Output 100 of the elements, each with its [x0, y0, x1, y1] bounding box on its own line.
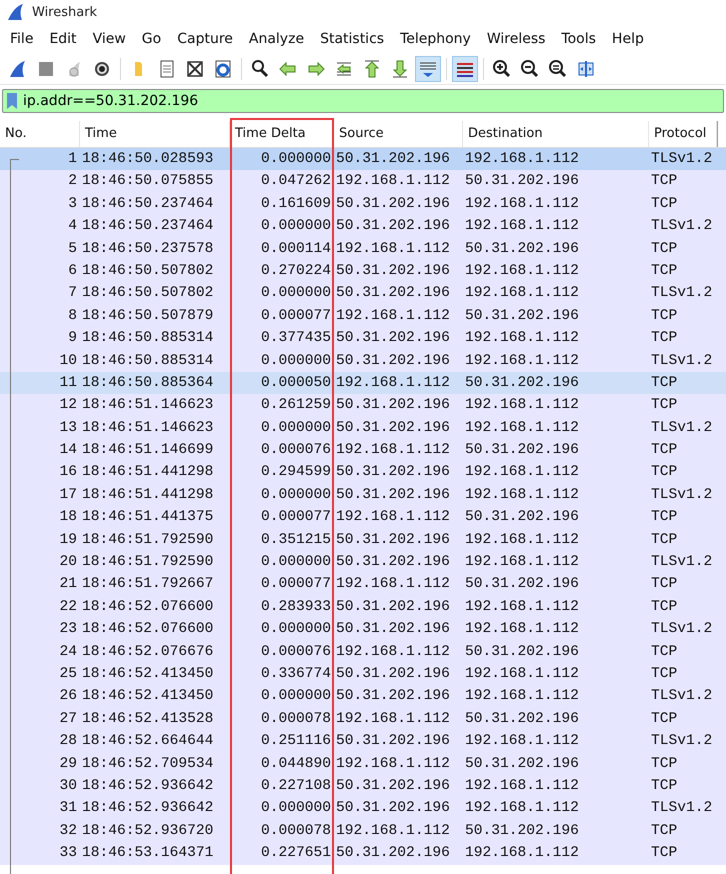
packet-row[interactable]: 21 18:46:51.792667 0.000077 192.168.1.112 50.31.202.196 TCP: [0, 573, 726, 596]
packet-row[interactable]: 26 18:46:52.413450 0.000000 50.31.202.196 192.168.1.112 TLSv1.2: [0, 685, 726, 708]
table-cell-text: 0.251116: [260, 732, 332, 752]
table-cell-text: 18:46:52.413450: [81, 664, 214, 684]
packet-row[interactable]: 17 18:46:51.441298 0.000000 50.31.202.196 192.168.1.112 TLSv1.2: [0, 484, 726, 506]
table-cell-text: 0.270224: [260, 262, 332, 281]
packet-row[interactable]: 24 18:46:52.076676 0.000076 192.168.1.112 50.31.202.196 TCP: [0, 640, 726, 663]
table-cell-text: TLSv1.2: [650, 150, 714, 169]
menu-item[interactable]: Tools: [553, 27, 604, 51]
packet-row[interactable]: 28 18:46:52.664644 0.251116 50.31.202.196 192.168.1.112 TLSv1.2: [0, 730, 726, 753]
packet-row[interactable]: 13 18:46:51.146623 0.000000 50.31.202.196 192.168.1.112 TLSv1.2: [0, 416, 726, 440]
menu-item[interactable]: Telephony: [392, 27, 479, 51]
menu-item[interactable]: Analyze: [240, 27, 312, 51]
table-cell-text: 18:46:51.441298: [81, 486, 214, 505]
packet-row[interactable]: 8 18:46:50.507879 0.000077 192.168.1.112 50.31.202.196 TCP: [0, 304, 726, 328]
table-cell-text: 0.000000: [260, 486, 332, 505]
toolbar-button[interactable]: [415, 56, 441, 82]
table-cell-text: 50.31.202.196: [335, 844, 451, 864]
table-cell-text: 18: [58, 508, 78, 528]
packet-row[interactable]: 23 18:46:52.076600 0.000000 50.31.202.196 192.168.1.112 TLSv1.2: [0, 618, 726, 641]
menu-item[interactable]: Capture: [169, 27, 241, 51]
table-cell-text: 50.31.202.196: [335, 150, 451, 169]
table-cell-text: 0.000000: [260, 620, 332, 640]
table-cell-text: TCP: [650, 172, 678, 192]
display-filter-field[interactable]: ip.addr==50.31.202.196: [2, 89, 724, 113]
column-header[interactable]: Protocol: [649, 121, 717, 147]
packet-row[interactable]: 22 18:46:52.076600 0.283933 50.31.202.196 192.168.1.112 TCP: [0, 596, 726, 618]
packet-row[interactable]: 9 18:46:50.885314 0.377435 50.31.202.196 192.168.1.112 TCP: [0, 327, 726, 350]
bookmark-icon[interactable]: [5, 92, 19, 110]
table-cell-text: 4: [67, 217, 78, 236]
packet-row[interactable]: 1 18:46:50.028593 0.000000 50.31.202.196 192.168.1.112 TLSv1.2: [0, 148, 726, 170]
table-cell-text: 50.31.202.196: [335, 463, 451, 482]
table-cell-text: 0.336774: [260, 664, 332, 684]
table-cell-text: 2: [67, 172, 78, 192]
menu-item[interactable]: Edit: [41, 27, 85, 51]
table-cell-text: TLSv1.2: [650, 486, 714, 505]
table-cell-text: 192.168.1.112: [464, 262, 580, 281]
packet-row[interactable]: 18 18:46:51.441375 0.000077 192.168.1.112 50.31.202.196 TCP: [0, 506, 726, 529]
table-cell-text: 50.31.202.196: [335, 664, 451, 684]
table-cell-text: TCP: [650, 822, 678, 841]
packet-row[interactable]: 30 18:46:52.936642 0.227108 50.31.202.196 192.168.1.112 TCP: [0, 774, 726, 798]
column-header[interactable]: Time: [80, 121, 230, 147]
menu-item[interactable]: Wireless: [478, 27, 554, 51]
packet-row[interactable]: 20 18:46:51.792590 0.000000 50.31.202.196 192.168.1.112 TLSv1.2: [0, 551, 726, 574]
packet-row[interactable]: 2 18:46:50.075855 0.047262 192.168.1.112 50.31.202.196 TCP: [0, 170, 726, 193]
packet-row[interactable]: 32 18:46:52.936720 0.000078 192.168.1.112 50.31.202.196 TCP: [0, 820, 726, 842]
table-cell-text: TCP: [650, 530, 678, 550]
table-cell-text: 20: [58, 553, 78, 572]
filter-input[interactable]: ip.addr==50.31.202.196: [23, 93, 723, 109]
packet-row[interactable]: 11 18:46:50.885364 0.000050 192.168.1.112 50.31.202.196 TCP: [0, 372, 726, 394]
table-cell-text: 11: [58, 374, 78, 393]
table-cell-text: 18:46:52.413450: [81, 687, 214, 706]
shark-fin-icon: [6, 2, 26, 22]
toolbar-button[interactable]: [452, 56, 478, 82]
packet-row[interactable]: 4 18:46:50.237464 0.000000 50.31.202.196 192.168.1.112 TLSv1.2: [0, 215, 726, 238]
packet-row[interactable]: 12 18:46:51.146623 0.261259 50.31.202.196 192.168.1.112 TCP: [0, 394, 726, 417]
resize-columns-icon: [576, 59, 596, 79]
table-cell-text: 192.168.1.112: [464, 396, 580, 416]
table-cell-text: 50.31.202.196: [335, 217, 451, 236]
packet-row[interactable]: 14 18:46:51.146699 0.000076 192.168.1.112 50.31.202.196 TCP: [0, 439, 726, 462]
packet-row[interactable]: 10 18:46:50.885314 0.000000 50.31.202.196 192.168.1.112 TLSv1.2: [0, 350, 726, 372]
packet-row[interactable]: 31 18:46:52.936642 0.000000 50.31.202.196 192.168.1.112 TLSv1.2: [0, 797, 726, 820]
column-header[interactable]: Source: [334, 121, 463, 147]
menu-item[interactable]: Go: [134, 27, 170, 51]
packet-row[interactable]: 29 18:46:52.709534 0.044890 192.168.1.112 50.31.202.196 TCP: [0, 752, 726, 775]
menu-item[interactable]: Help: [604, 27, 652, 51]
table-cell-text: 50.31.202.196: [464, 306, 580, 326]
packet-row[interactable]: 6 18:46:50.507802 0.270224 50.31.202.196 192.168.1.112 TCP: [0, 260, 726, 282]
zoom-in-icon: [492, 59, 512, 79]
table-cell-text: 18:46:51.146623: [81, 396, 214, 416]
table-cell-text: 0.294599: [260, 463, 332, 482]
column-header[interactable]: Time Delta: [230, 121, 334, 147]
menu-item[interactable]: File: [2, 27, 42, 51]
table-cell-text: 0.261259: [260, 396, 332, 416]
table-cell-text: 0.000000: [260, 217, 332, 236]
packet-row[interactable]: 33 18:46:53.164371 0.227651 50.31.202.196 192.168.1.112 TCP: [0, 842, 726, 864]
column-header[interactable]: Destination: [463, 121, 649, 147]
packet-row[interactable]: 7 18:46:50.507802 0.000000 50.31.202.196 192.168.1.112 TLSv1.2: [0, 282, 726, 305]
table-cell-text: 18:46:50.885314: [81, 329, 214, 348]
table-cell-text: 0.000078: [260, 710, 332, 729]
menu-item[interactable]: Statistics: [312, 27, 392, 51]
packet-row[interactable]: 19 18:46:51.792590 0.351215 50.31.202.196 192.168.1.112 TCP: [0, 528, 726, 552]
table-cell-text: TCP: [650, 374, 678, 393]
table-cell-text: 16: [58, 463, 78, 482]
packet-row[interactable]: 5 18:46:50.237578 0.000114 192.168.1.112 50.31.202.196 TCP: [0, 238, 726, 260]
reload-icon: [213, 59, 233, 79]
table-cell-text: 0.047262: [260, 172, 332, 192]
packet-row[interactable]: 16 18:46:51.441298 0.294599 50.31.202.196 192.168.1.112 TCP: [0, 461, 726, 484]
table-cell-text: 6: [67, 262, 78, 281]
table-cell-text: TLSv1.2: [650, 352, 714, 371]
table-cell-text: 18:46:51.146623: [81, 418, 214, 438]
packet-row[interactable]: 25 18:46:52.413450 0.336774 50.31.202.196 192.168.1.112 TCP: [0, 662, 726, 686]
packet-row[interactable]: 27 18:46:52.413528 0.000078 192.168.1.112 50.31.202.196 TCP: [0, 708, 726, 730]
table-cell-text: 0.000000: [260, 799, 332, 818]
menu-item[interactable]: View: [84, 27, 134, 51]
column-header[interactable]: No.: [0, 121, 80, 147]
table-cell-text: 192.168.1.112: [464, 598, 580, 617]
search-icon: [250, 59, 270, 79]
table-cell-text: 50.31.202.196: [464, 374, 580, 393]
packet-row[interactable]: 3 18:46:50.237464 0.161609 50.31.202.196 192.168.1.112 TCP: [0, 192, 726, 216]
